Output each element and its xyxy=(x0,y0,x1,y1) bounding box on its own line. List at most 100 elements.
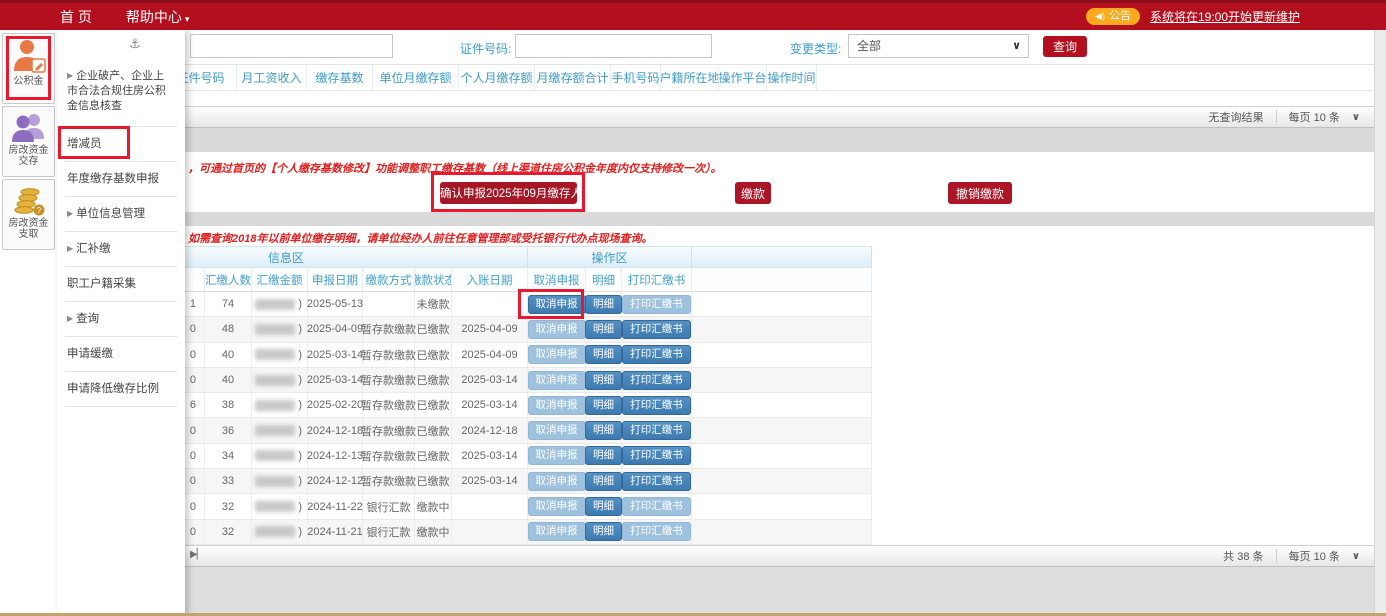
scrollbar-track[interactable] xyxy=(1374,30,1386,616)
table-cell: 明细 xyxy=(586,418,622,442)
table-cell: 2025-04-09 xyxy=(308,317,363,341)
table-cell: 2025-04-09 xyxy=(452,343,528,367)
print-button[interactable]: 打印汇缴书 xyxy=(622,295,691,314)
table-cell: ) xyxy=(252,494,308,518)
nav-item-help[interactable]: 帮助中心▾ xyxy=(126,7,190,27)
cert-number-label: 证件号码: xyxy=(460,40,511,57)
detail-button[interactable]: 明细 xyxy=(585,396,622,415)
cancel-declare-button[interactable]: 取消申报 xyxy=(528,472,586,491)
menu-item-4[interactable]: ▶汇补缴 xyxy=(65,232,177,267)
column-header[interactable]: 手机号码 xyxy=(611,65,661,90)
table-cell: 暂存款缴款 xyxy=(363,393,415,417)
print-button[interactable]: 打印汇缴书 xyxy=(622,446,691,465)
print-button[interactable]: 打印汇缴书 xyxy=(622,421,691,440)
table-cell: 已缴款 xyxy=(415,368,452,392)
column-header[interactable]: 月缴存额合计 xyxy=(535,65,611,90)
detail-button[interactable]: 明细 xyxy=(585,295,622,314)
table-cell: 打印汇缴书 xyxy=(622,444,692,468)
menu-item-1[interactable]: 增减员 xyxy=(65,127,177,162)
column-header[interactable]: 单位月缴存额 xyxy=(373,65,459,90)
menu-item-2[interactable]: 年度缴存基数申报 xyxy=(65,162,177,197)
cert-number-input[interactable] xyxy=(515,34,712,58)
confirm-declare-button[interactable]: 确认申报2025年09月缴存人员名单 xyxy=(440,182,577,204)
cancel-declare-button[interactable]: 取消申报 xyxy=(528,421,586,440)
cancel-declare-button[interactable]: 取消申报 xyxy=(528,295,586,314)
detail-button[interactable]: 明细 xyxy=(585,345,622,364)
menu-item-0[interactable]: ▶企业破产、企业上市合法合规住房公积金信息核查 xyxy=(65,60,177,127)
menu-item-5[interactable]: 职工户籍采集 xyxy=(65,267,177,302)
column-header[interactable]: 入账日期 xyxy=(452,268,528,291)
print-button[interactable]: 打印汇缴书 xyxy=(622,497,691,516)
cancel-declare-button[interactable]: 取消申报 xyxy=(528,522,586,541)
column-header[interactable]: 明细 xyxy=(586,268,622,291)
pay-button[interactable]: 缴款 xyxy=(735,182,771,204)
print-button[interactable]: 打印汇缴书 xyxy=(622,472,691,491)
nav-item-home[interactable]: 首 页 xyxy=(60,7,92,27)
table-cell: 取消申报 xyxy=(528,469,586,493)
column-header[interactable]: 操作平台 xyxy=(719,65,767,90)
expand-arrow-icon: ▶ xyxy=(67,209,73,218)
table-cell: 取消申报 xyxy=(528,317,586,341)
last-page-icon[interactable]: ▶▏ xyxy=(190,549,203,560)
detail-button[interactable]: 明细 xyxy=(585,446,622,465)
redacted-amount xyxy=(255,375,295,386)
table-cell: 36 xyxy=(205,418,252,442)
column-header[interactable]: 缴存基数 xyxy=(307,65,373,90)
column-header[interactable]: 取消申报 xyxy=(528,268,586,291)
table-cell xyxy=(452,520,528,544)
print-button[interactable]: 打印汇缴书 xyxy=(622,522,691,541)
rail-item-gongjijin[interactable]: 公积金 xyxy=(2,33,55,104)
menu-item-3[interactable]: ▶单位信息管理 xyxy=(65,197,177,232)
detail-button[interactable]: 明细 xyxy=(585,497,622,516)
chevron-down-icon[interactable]: ∨ xyxy=(1352,112,1360,123)
table-cell: ) xyxy=(252,469,308,493)
menu-item-8[interactable]: 申请降低缴存比例 xyxy=(65,372,177,407)
column-header[interactable]: 缴款状态 xyxy=(415,268,452,291)
print-button[interactable]: 打印汇缴书 xyxy=(622,396,691,415)
column-header[interactable]: 月工资收入 xyxy=(237,65,307,90)
detail-button[interactable]: 明细 xyxy=(585,421,622,440)
change-type-select[interactable]: 全部 ∨ xyxy=(848,34,1029,58)
column-header[interactable]: 户籍所在地 xyxy=(661,65,719,90)
anchor-pin-icon[interactable]: ⚓ xyxy=(129,36,141,52)
table-cell: ) xyxy=(252,418,308,442)
rail-item-label: 支取 xyxy=(3,229,54,240)
menu-item-7[interactable]: 申请缓缴 xyxy=(65,337,177,372)
cancel-pay-button[interactable]: 撤销缴款 xyxy=(948,182,1012,204)
column-header[interactable]: 缴款方式 xyxy=(363,268,415,291)
column-header[interactable]: 汇缴人数 xyxy=(205,268,252,291)
cancel-declare-button[interactable]: 取消申报 xyxy=(528,345,586,364)
table-cell xyxy=(363,292,415,316)
search-input[interactable] xyxy=(190,34,393,58)
page-size-select[interactable]: 每页 10 条 xyxy=(1289,548,1340,564)
detail-button[interactable]: 明细 xyxy=(585,320,622,339)
print-button[interactable]: 打印汇缴书 xyxy=(622,320,691,339)
menu-item-6[interactable]: ▶查询 xyxy=(65,302,177,337)
cancel-declare-button[interactable]: 取消申报 xyxy=(528,371,586,390)
column-header[interactable]: 打印汇缴书 xyxy=(622,268,692,291)
chevron-down-icon[interactable]: ∨ xyxy=(1352,551,1360,562)
table-cell xyxy=(452,292,528,316)
rail-item-label: 房改资金 xyxy=(3,145,54,156)
column-header[interactable]: 个人月缴存额 xyxy=(459,65,535,90)
detail-button[interactable]: 明细 xyxy=(585,522,622,541)
action-section: ，可通过首页的【个人缴存基数修改】功能调整职工缴存基数（线上渠道住房公积金年度内… xyxy=(57,152,1374,212)
detail-button[interactable]: 明细 xyxy=(585,371,622,390)
cancel-declare-button[interactable]: 取消申报 xyxy=(528,396,586,415)
column-header[interactable]: 操作时间 xyxy=(767,65,817,90)
column-header[interactable]: 申报日期 xyxy=(308,268,363,291)
print-button[interactable]: 打印汇缴书 xyxy=(622,371,691,390)
print-button[interactable]: 打印汇缴书 xyxy=(622,345,691,364)
table-cell: 暂存款缴款 xyxy=(363,418,415,442)
cancel-declare-button[interactable]: 取消申报 xyxy=(528,446,586,465)
search-button[interactable]: 查询 xyxy=(1043,36,1087,57)
group-header-operation: 操作区 xyxy=(528,247,692,267)
cancel-declare-button[interactable]: 取消申报 xyxy=(528,320,586,339)
column-header[interactable]: 汇缴金额 xyxy=(252,268,308,291)
cancel-declare-button[interactable]: 取消申报 xyxy=(528,497,586,516)
rail-item-fanggai-jiaocun[interactable]: 房改资金 交存 xyxy=(2,106,55,177)
detail-button[interactable]: 明细 xyxy=(585,472,622,491)
page-size-select[interactable]: 每页 10 条 xyxy=(1289,109,1340,125)
announcement-link[interactable]: 系统将在19:00开始更新维护 xyxy=(1150,8,1300,25)
rail-item-fanggai-zhiqu[interactable]: ? 房改资金 支取 xyxy=(2,179,55,250)
